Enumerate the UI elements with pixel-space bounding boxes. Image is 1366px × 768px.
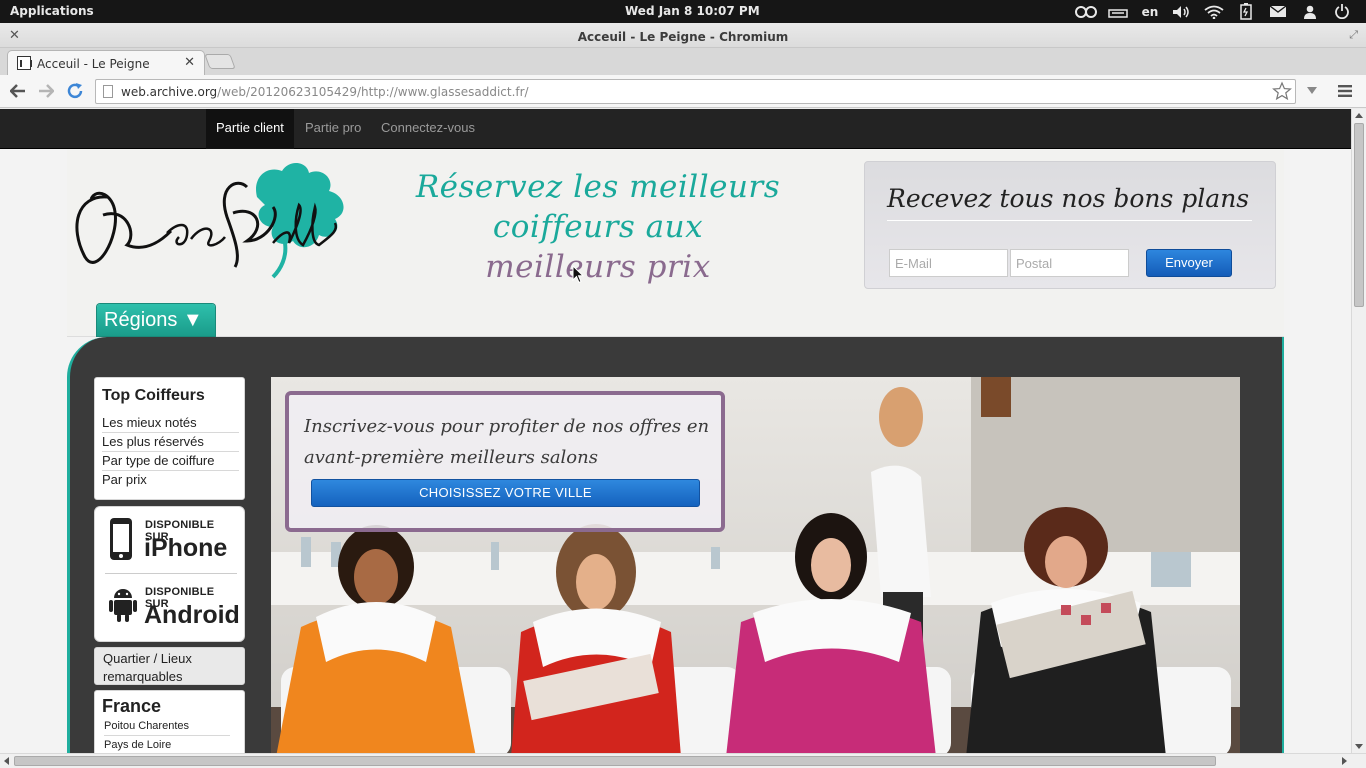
mouse-cursor-icon: [572, 265, 584, 284]
applications-menu[interactable]: Applications: [10, 4, 94, 18]
france-title: France: [102, 696, 162, 716]
nav-connectez-vous[interactable]: Connectez-vous: [371, 109, 485, 149]
app-download-box: DISPONIBLE SUR iPhone DISPONIBLE SUR And…: [94, 506, 245, 642]
tagline-line-2: meilleurs prix: [485, 249, 711, 285]
dropdown-arrow-icon[interactable]: [1302, 81, 1322, 101]
mail-icon[interactable]: [1262, 2, 1294, 21]
link-pays-de-loire[interactable]: Pays de Loire: [104, 737, 230, 753]
rezabella-logo[interactable]: [67, 157, 352, 282]
iphone-app-link[interactable]: DISPONIBLE SUR iPhone: [105, 513, 237, 569]
site-header: Réservez les meilleurs coiffeurs aux mei…: [67, 149, 1284, 337]
scroll-left-arrow-icon[interactable]: [4, 757, 9, 765]
page-viewport: Partie client Partie pro Connectez-vous …: [0, 109, 1351, 753]
newsletter-divider: [887, 220, 1252, 221]
vertical-scroll-thumb[interactable]: [1354, 123, 1364, 307]
top-coiffeurs-title: Top Coiffeurs: [102, 387, 205, 404]
tab-strip: Acceuil - Le Peigne ✕: [0, 48, 1366, 75]
app-divider: [105, 573, 237, 574]
horizontal-scrollbar[interactable]: [0, 753, 1366, 768]
quartier-link[interactable]: Quartier / Lieux remarquables: [94, 647, 245, 685]
scroll-up-arrow-icon[interactable]: [1355, 113, 1363, 118]
language-indicator[interactable]: en: [1134, 2, 1166, 21]
user-icon[interactable]: [1294, 2, 1326, 21]
address-url: web.archive.org/web/20120623105429/http:…: [121, 85, 529, 99]
tab-close-icon[interactable]: ✕: [184, 55, 195, 70]
iphone-big-text: iPhone: [144, 534, 228, 562]
tab-title: Acceuil - Le Peigne: [37, 57, 150, 71]
archive-favicon-icon: [17, 56, 32, 70]
bookmark-star-icon[interactable]: [1272, 81, 1292, 104]
newsletter-title: Recevez tous nos bons plans: [887, 184, 1250, 213]
regions-dropdown-button[interactable]: Régions ▼: [97, 304, 215, 336]
forward-arrow-icon[interactable]: [36, 81, 56, 101]
window-maximize-icon[interactable]: ⤢: [1349, 28, 1358, 42]
accessibility-icon[interactable]: [1070, 2, 1102, 21]
link-mieux-notes[interactable]: Les mieux notés: [102, 414, 239, 433]
back-arrow-icon[interactable]: [8, 81, 28, 101]
link-plus-reserves[interactable]: Les plus réservés: [102, 433, 239, 452]
choose-city-button[interactable]: CHOISISSEZ VOTRE VILLE: [311, 479, 700, 507]
link-type-coiffure[interactable]: Par type de coiffure: [102, 452, 239, 471]
postal-input[interactable]: [1010, 249, 1129, 277]
nav-partie-pro[interactable]: Partie pro: [295, 109, 371, 149]
top-coiffeurs-box: Top Coiffeurs Les mieux notés Les plus r…: [94, 377, 245, 500]
system-clock[interactable]: Wed Jan 8 10:07 PM: [625, 4, 760, 18]
iphone-icon: [110, 518, 132, 560]
link-par-prix[interactable]: Par prix: [102, 471, 239, 490]
power-icon[interactable]: [1326, 2, 1358, 21]
android-app-link[interactable]: DISPONIBLE SUR Android: [105, 580, 240, 636]
system-top-bar: Applications Wed Jan 8 10:07 PM en: [0, 0, 1366, 23]
keyboard-icon[interactable]: [1102, 2, 1134, 21]
email-input[interactable]: [889, 249, 1008, 277]
site-nav-bar: Partie client Partie pro Connectez-vous: [0, 109, 1351, 149]
page-icon: [103, 85, 113, 98]
link-poitou-charentes[interactable]: Poitou Charentes: [104, 718, 230, 736]
send-button[interactable]: Envoyer: [1146, 249, 1232, 277]
reload-icon[interactable]: [65, 81, 85, 101]
window-title-bar[interactable]: ✕ Acceuil - Le Peigne - Chromium ⤢: [0, 23, 1366, 48]
battery-icon[interactable]: [1230, 2, 1262, 21]
browser-tab-active[interactable]: Acceuil - Le Peigne ✕: [7, 50, 205, 75]
new-tab-button[interactable]: [204, 54, 236, 69]
address-bar[interactable]: web.archive.org/web/20120623105429/http:…: [95, 79, 1296, 104]
browser-toolbar: web.archive.org/web/20120623105429/http:…: [0, 75, 1366, 108]
android-big-text: Android: [144, 601, 240, 629]
newsletter-box: Recevez tous nos bons plans Envoyer: [864, 161, 1276, 289]
wifi-icon[interactable]: [1198, 2, 1230, 21]
promo-signup-box: Inscrivez-vous pour profiter de nos offr…: [285, 391, 725, 532]
promo-text: Inscrivez-vous pour profiter de nos offr…: [304, 416, 710, 468]
window-title: Acceuil - Le Peigne - Chromium: [577, 30, 789, 44]
scroll-right-arrow-icon[interactable]: [1342, 757, 1347, 765]
horizontal-scroll-thumb[interactable]: [14, 756, 1216, 766]
menu-hamburger-icon[interactable]: [1335, 81, 1355, 101]
tagline-line-1: Réservez les meilleurs coiffeurs aux: [415, 169, 781, 245]
nav-partie-client[interactable]: Partie client: [206, 109, 294, 149]
android-icon: [109, 589, 137, 622]
france-regions-box: France Poitou Charentes Pays de Loire: [94, 690, 245, 753]
system-tray: en: [1070, 2, 1358, 21]
volume-icon[interactable]: [1166, 2, 1198, 21]
scroll-down-arrow-icon[interactable]: [1355, 744, 1363, 749]
site-tagline: Réservez les meilleurs coiffeurs aux mei…: [365, 167, 831, 287]
vertical-scrollbar[interactable]: [1351, 109, 1366, 753]
